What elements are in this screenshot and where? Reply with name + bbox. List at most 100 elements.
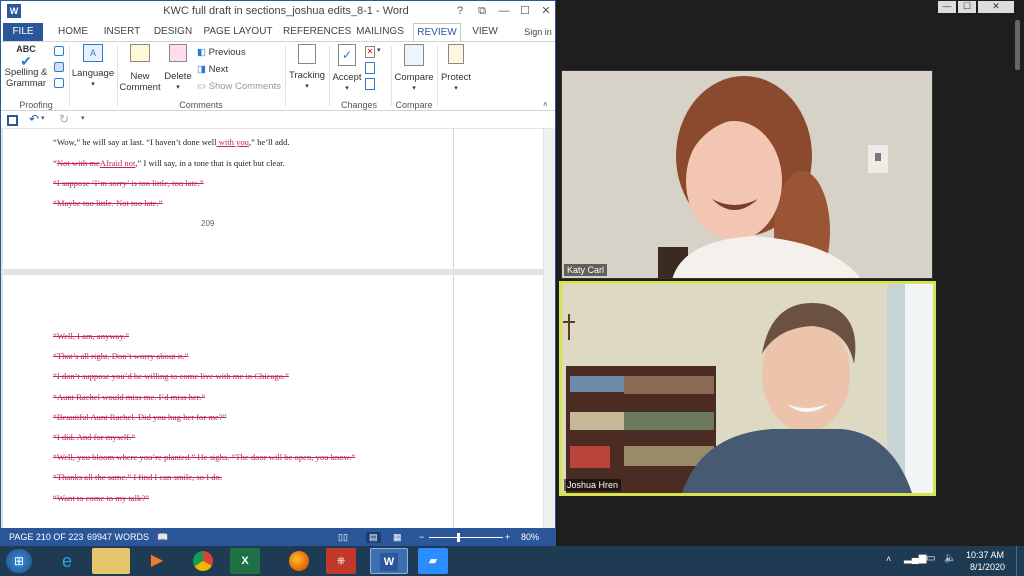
previous-change-icon[interactable] [365, 62, 375, 74]
undo-icon[interactable]: ↶ [29, 112, 39, 126]
minimize-button[interactable]: — [495, 4, 513, 18]
zoom-out-button[interactable]: − [419, 532, 424, 542]
customize-qat-icon[interactable]: ▾ [81, 114, 85, 122]
chrome-logo [193, 551, 213, 571]
zoom-slider[interactable] [429, 533, 503, 542]
accept-label: Accept [332, 72, 362, 83]
proofing-icon[interactable]: 📖 [157, 532, 168, 543]
collapse-ribbon-icon[interactable]: ˄ [543, 100, 548, 109]
media-player-icon[interactable]: ▶ [138, 548, 176, 574]
new-comment-button[interactable]: New Comment [119, 44, 161, 93]
language-icon: A [83, 44, 103, 62]
reject-dropdown-icon[interactable]: ▾ [377, 46, 381, 54]
reject-icon[interactable]: ✕ [365, 46, 375, 58]
compare-button[interactable]: Compare ▾ [393, 44, 435, 94]
chrome-icon[interactable] [184, 548, 222, 574]
save-icon[interactable] [7, 115, 18, 126]
research-icon[interactable] [54, 46, 64, 56]
new-comment-label: New [130, 71, 150, 82]
show-comments-button[interactable]: ▭ Show Comments [197, 81, 281, 92]
undo-dropdown-icon[interactable]: ▾ [41, 114, 45, 122]
tab-design[interactable]: DESIGN [151, 23, 195, 41]
help-button[interactable]: ? [451, 4, 469, 18]
zoom-level[interactable]: 80% [521, 532, 539, 542]
zoom-slider-thumb[interactable] [456, 533, 460, 542]
maximize-button[interactable]: ☐ [516, 4, 534, 18]
video-tile-katy-carl[interactable]: Katy Carl [561, 70, 933, 279]
page-indicator[interactable]: PAGE 210 OF 223 [9, 532, 83, 542]
text-run: ,” I will say, in a tone that is quiet b… [135, 158, 285, 168]
read-mode-icon[interactable]: ▯▯ [338, 532, 348, 543]
next-change-icon[interactable] [365, 78, 375, 90]
page-number: 209 [201, 219, 215, 228]
acrobat-icon[interactable]: ⎈ [326, 548, 356, 574]
vertical-scrollbar[interactable] [544, 129, 555, 528]
paragraph: “Wow,” he will say at last. “I haven’t d… [53, 137, 290, 147]
word-app-icon[interactable]: W [7, 4, 21, 18]
document-area[interactable]: “Wow,” he will say at last. “I haven’t d… [1, 129, 555, 528]
tab-review[interactable]: REVIEW [413, 23, 461, 41]
tray-up-arrow-icon[interactable]: ˄ [886, 554, 891, 564]
zoom-meeting-window: — ☐ ✕ Katy Carl Joshua Hren [557, 0, 1024, 546]
video-tile-joshua-hren[interactable]: Joshua Hren [559, 281, 936, 496]
deleted-paragraph: “Beautiful Aunt Rachel. Did you hug her … [53, 411, 227, 422]
thesaurus-icon[interactable] [54, 62, 64, 72]
joshua-hren-video-feed [562, 284, 933, 493]
group-label-compare: Compare [395, 100, 433, 110]
previous-comment-button[interactable]: ◧ Previous [197, 47, 246, 58]
web-layout-icon[interactable]: ▦ [393, 532, 402, 543]
word-count[interactable]: 69947 WORDS [87, 532, 149, 542]
spelling-grammar-button[interactable]: ABC ✔ Spelling & Grammar [3, 44, 49, 89]
zoom-taskbar-icon[interactable]: ▰ [418, 548, 448, 574]
show-desktop-button[interactable] [1016, 546, 1024, 576]
internet-explorer-icon[interactable]: e [48, 548, 86, 574]
accept-icon: ✓ [338, 44, 356, 66]
accept-button[interactable]: ✓ Accept ▾ [331, 44, 363, 94]
redo-icon[interactable]: ↻ [59, 112, 69, 126]
ribbon-display-button[interactable]: ⧉ [473, 4, 491, 18]
protect-button[interactable]: Protect ▾ [439, 44, 473, 94]
tracking-button[interactable]: Tracking ▾ [287, 44, 327, 92]
dropdown-arrow-icon: ▾ [345, 85, 349, 92]
tab-view[interactable]: VIEW [467, 23, 503, 41]
previous-icon: ◧ [197, 47, 206, 58]
start-button[interactable]: ⊞ [6, 549, 32, 573]
paragraph: “Maybe too little. Not too late.” [53, 198, 163, 208]
delete-comment-button[interactable]: Delete ▾ [161, 44, 195, 93]
zoom-in-button[interactable]: + [505, 532, 510, 542]
print-layout-icon[interactable]: ▤ [366, 532, 381, 543]
close-button[interactable]: ✕ [537, 4, 555, 18]
clock-time[interactable]: 10:37 AM [966, 550, 1004, 560]
zoom-side-scrollbar[interactable] [1015, 20, 1020, 70]
zoom-maximize-button[interactable]: ☐ [958, 1, 976, 13]
network-icon[interactable]: ▂▄▆ [904, 553, 926, 564]
word-taskbar-icon[interactable]: W [370, 548, 408, 574]
volume-icon[interactable]: 🔈 [944, 553, 956, 564]
ribbon-separator [69, 46, 70, 106]
firefox-icon[interactable] [280, 548, 318, 574]
tab-insert[interactable]: INSERT [101, 23, 143, 41]
tab-home[interactable]: HOME [53, 23, 93, 41]
zoom-minimize-button[interactable]: — [938, 1, 956, 13]
sign-in-link[interactable]: Sign in [521, 23, 555, 41]
language-button[interactable]: A Language ▾ [71, 44, 115, 90]
participant-name: Joshua Hren [564, 479, 622, 491]
tab-page-layout[interactable]: PAGE LAYOUT [203, 23, 273, 41]
group-label-changes: Changes [340, 100, 378, 110]
file-explorer-icon[interactable] [92, 548, 130, 574]
new-comment-icon [130, 44, 150, 62]
firefox-logo [289, 551, 309, 571]
tab-mailings[interactable]: MAILINGS [355, 23, 405, 41]
zoom-close-button[interactable]: ✕ [978, 1, 1014, 13]
deleted-paragraph: “Well, you bloom where you’re planted.” … [53, 452, 356, 463]
tab-references[interactable]: REFERENCES [283, 23, 351, 41]
excel-icon[interactable]: X [230, 548, 260, 574]
battery-icon[interactable]: ▭ [926, 553, 935, 564]
dropdown-arrow-icon: ▾ [176, 84, 180, 91]
next-comment-button[interactable]: ◨ Next [197, 64, 228, 75]
word-count-icon[interactable] [54, 78, 64, 88]
tab-file[interactable]: FILE [3, 23, 43, 41]
review-ribbon: ABC ✔ Spelling & Grammar A Language ▾ Ne… [1, 41, 555, 111]
text-run: ,” he’ll add. [248, 137, 290, 147]
clock-date[interactable]: 8/1/2020 [970, 562, 1005, 572]
